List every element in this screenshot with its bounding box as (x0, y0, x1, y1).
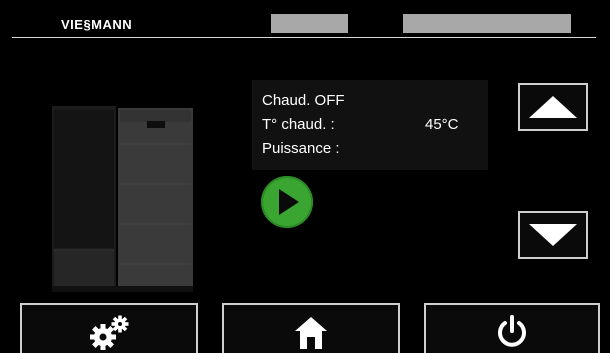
play-icon (279, 189, 299, 215)
power-icon (498, 315, 526, 347)
boiler-status-text: Chaud. OFF (262, 92, 345, 109)
gears-icon (90, 315, 129, 350)
status-panel: Chaud. OFF T° chaud. : 45°C Puissance : (252, 80, 488, 170)
header-divider (12, 37, 596, 38)
home-button[interactable] (222, 303, 400, 353)
boiler-illustration (52, 106, 193, 292)
header-status-field-1 (271, 14, 348, 33)
arrow-down-icon (529, 224, 577, 246)
increase-button[interactable] (518, 83, 588, 131)
start-button[interactable] (261, 176, 313, 228)
power-button[interactable] (424, 303, 600, 353)
brand-logo: VIE§MANN (61, 14, 132, 34)
arrow-up-icon (529, 96, 577, 118)
boiler-temp-label: T° chaud. : (262, 116, 335, 133)
power-label: Puissance : (262, 140, 340, 157)
settings-button[interactable] (20, 303, 198, 353)
boiler-temp-value: 45°C (425, 116, 459, 133)
brand-logo-text: VIE§MANN (61, 16, 133, 32)
header-status-field-2 (403, 14, 571, 33)
boiler-control-screen: VIE§MANN Chaud. OFF T° chaud. : 45°C Pui… (0, 0, 610, 353)
home-icon (295, 317, 327, 349)
decrease-button[interactable] (518, 211, 588, 259)
